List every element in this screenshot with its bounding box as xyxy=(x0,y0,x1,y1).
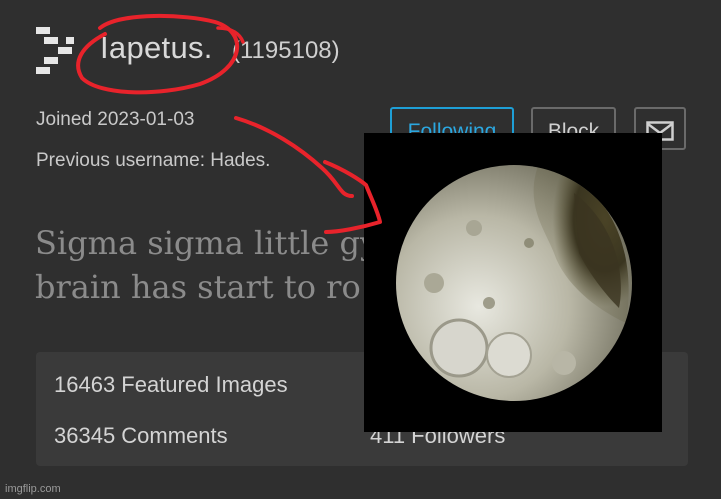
previous-username: Previous username: Hades. xyxy=(36,150,271,171)
watermark: imgflip.com xyxy=(5,483,61,495)
moon-image xyxy=(364,133,662,432)
iapetus-moon-picture xyxy=(396,165,632,401)
bio-line: brain has start to ro xyxy=(35,268,361,306)
profile-bio: Sigma sigma little gy brain has start to… xyxy=(35,221,395,309)
username: Iapetus. xyxy=(100,30,213,65)
featured-images-count[interactable]: 16463 Featured Images xyxy=(54,372,288,398)
bio-line: Sigma sigma little gy xyxy=(35,224,379,262)
site-logo[interactable] xyxy=(36,27,80,75)
comments-count[interactable]: 36345 Comments xyxy=(54,423,228,449)
user-id: (1195108) xyxy=(232,37,340,64)
join-date: Joined 2023-01-03 xyxy=(36,109,195,130)
